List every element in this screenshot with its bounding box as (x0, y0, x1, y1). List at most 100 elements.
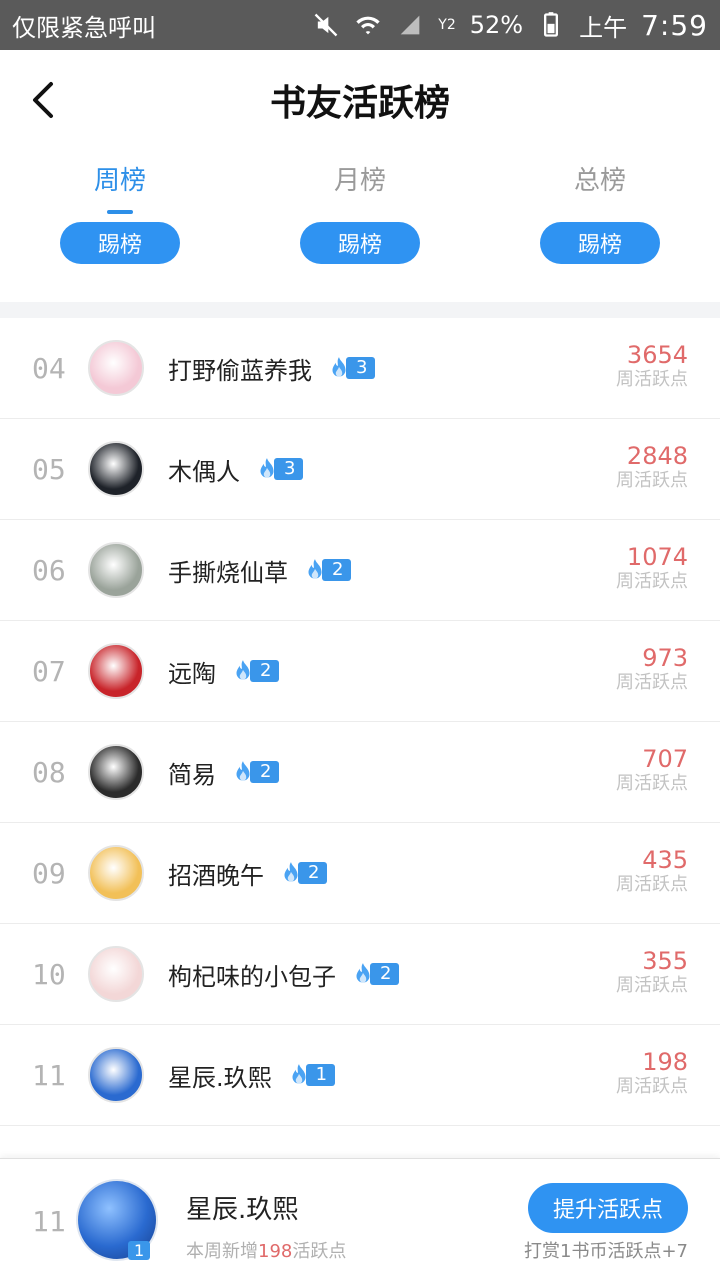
level-badge: 1 (286, 1063, 336, 1087)
rank-number: 09 (32, 856, 66, 890)
score-block: 1074 周活跃点 (616, 544, 688, 594)
rank-number: 04 (32, 351, 66, 385)
kick-button-weekly[interactable]: 踢榜 (60, 222, 180, 264)
avatar[interactable] (88, 744, 144, 800)
score-caption: 周活跃点 (616, 672, 688, 693)
score-value: 1074 (626, 543, 688, 571)
avatar[interactable] (88, 946, 144, 1002)
avatar[interactable] (88, 441, 144, 497)
rank-number: 11 (32, 1058, 66, 1092)
score-block: 355 周活跃点 (616, 948, 688, 998)
flame-icon (308, 559, 322, 579)
page-title: 书友活跃榜 (269, 82, 450, 124)
section-divider (0, 302, 720, 318)
signal-icon (396, 11, 424, 39)
score-block: 2848 周活跃点 (616, 443, 688, 493)
battery-percent: 52% (469, 11, 524, 39)
kick-button-monthly[interactable]: 踢榜 (300, 222, 420, 264)
user-name: 星辰.玖熙 (168, 1063, 272, 1092)
score-value: 198 (642, 1048, 688, 1076)
my-summary-value: 198 (258, 1241, 293, 1262)
flame-icon (356, 963, 370, 983)
kick-buttons-row: 踢榜 踢榜 踢榜 (0, 222, 720, 266)
tab-monthly[interactable]: 月榜 (240, 160, 480, 220)
my-summary-suffix: 活跃点 (292, 1241, 347, 1262)
list-item[interactable]: 10 枸杞味的小包子 2 355 周活跃点 (0, 924, 720, 1025)
score-block: 3654 周活跃点 (616, 342, 688, 392)
rank-number: 08 (32, 755, 66, 789)
flame-icon (284, 862, 298, 882)
score-value: 3654 (626, 341, 688, 369)
user-name: 远陶 (168, 659, 216, 688)
flame-icon (236, 660, 250, 680)
avatar[interactable] (88, 340, 144, 396)
wifi-icon (354, 11, 382, 39)
list-item[interactable]: 04 打野偷蓝养我 3 3654 周活跃点 (0, 318, 720, 419)
app-header: 书友活跃榜 (0, 50, 720, 150)
rank-number: 07 (32, 654, 66, 688)
score-caption: 周活跃点 (616, 773, 688, 794)
level-badge: 2 (302, 558, 352, 582)
user-name: 木偶人 (168, 457, 240, 486)
score-value: 973 (642, 644, 688, 672)
list-item[interactable]: 05 木偶人 3 2848 周活跃点 (0, 419, 720, 520)
my-weekly-summary: 本周新增198活跃点 (186, 1237, 346, 1263)
promote-activity-button[interactable]: 提升活跃点 (528, 1183, 688, 1233)
ranking-list: 04 打野偷蓝养我 3 3654 周活跃点 05 木偶人 3 2848 周活跃点 (0, 318, 720, 1126)
clock: 7:59 (641, 8, 708, 42)
avatar[interactable] (88, 643, 144, 699)
avatar[interactable] (88, 845, 144, 901)
score-block: 435 周活跃点 (616, 847, 688, 897)
score-block: 707 周活跃点 (616, 746, 688, 796)
level-badge: 3 (254, 457, 304, 481)
level-badge: 2 (230, 659, 280, 683)
tab-total-label: 总榜 (573, 166, 626, 196)
rank-number: 05 (32, 452, 66, 486)
avatar[interactable] (88, 1047, 144, 1103)
score-block: 198 周活跃点 (616, 1049, 688, 1099)
score-caption: 周活跃点 (616, 1076, 688, 1097)
score-caption: 周活跃点 (616, 369, 688, 390)
avatar[interactable] (88, 542, 144, 598)
my-rank-bar: 11 1 星辰.玖熙 本周新增198活跃点 提升活跃点 打赏1书币活跃点+7 (0, 1158, 720, 1280)
rank-number: 10 (32, 957, 66, 991)
flame-icon (292, 1064, 306, 1084)
active-tab-indicator (107, 210, 133, 214)
list-item[interactable]: 08 简易 2 707 周活跃点 (0, 722, 720, 823)
score-value: 2848 (626, 442, 688, 470)
my-summary-prefix: 本周新增 (186, 1241, 258, 1262)
flame-icon (236, 761, 250, 781)
list-item[interactable]: 06 手撕烧仙草 2 1074 周活跃点 (0, 520, 720, 621)
score-block: 973 周活跃点 (616, 645, 688, 695)
list-item[interactable]: 09 招酒晚午 2 435 周活跃点 (0, 823, 720, 924)
user-name: 招酒晚午 (168, 861, 264, 890)
signal-label: Y2 (438, 17, 456, 33)
tab-monthly-label: 月榜 (333, 166, 386, 196)
user-name: 枸杞味的小包子 (168, 962, 336, 991)
user-name: 打野偷蓝养我 (168, 356, 312, 385)
tab-weekly-label: 周榜 (93, 166, 146, 196)
battery-icon (537, 11, 565, 39)
my-user-name: 星辰.玖熙 (186, 1195, 299, 1225)
user-name: 简易 (168, 760, 216, 789)
tab-weekly[interactable]: 周榜 (0, 160, 240, 220)
kick-button-total[interactable]: 踢榜 (540, 222, 660, 264)
tab-total[interactable]: 总榜 (480, 160, 720, 220)
mute-icon (312, 11, 340, 39)
carrier-label: 仅限紧急呼叫 (12, 13, 156, 42)
score-value: 355 (642, 947, 688, 975)
ampm-label: 上午 (579, 13, 628, 42)
flame-icon (332, 357, 346, 377)
score-caption: 周活跃点 (616, 975, 688, 996)
level-badge: 3 (326, 356, 376, 380)
list-item[interactable]: 11 星辰.玖熙 1 198 周活跃点 (0, 1025, 720, 1126)
reward-tip: 打赏1书币活跃点+7 (524, 1241, 688, 1262)
ranking-tabs: 周榜 月榜 总榜 (0, 160, 720, 220)
level-badge: 2 (278, 861, 328, 885)
score-caption: 周活跃点 (616, 874, 688, 895)
user-name: 手撕烧仙草 (168, 558, 288, 587)
rank-number: 06 (32, 553, 66, 587)
list-item[interactable]: 07 远陶 2 973 周活跃点 (0, 621, 720, 722)
level-badge: 2 (230, 760, 280, 784)
score-value: 707 (642, 745, 688, 773)
